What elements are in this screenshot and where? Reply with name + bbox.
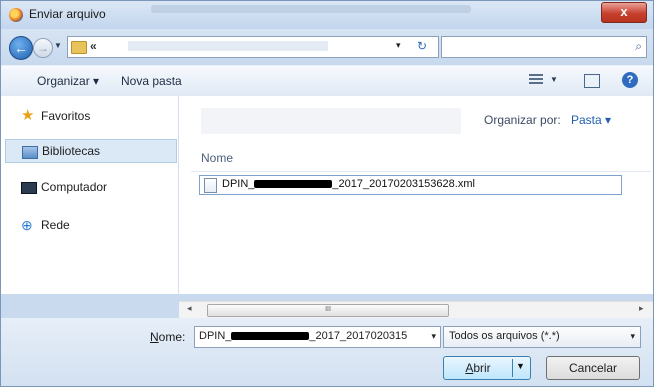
- star-icon: ★: [21, 107, 35, 124]
- cancel-button[interactable]: Cancelar: [546, 356, 640, 380]
- dialog-footer: Nome: DPIN_ _2017_2017020315 ▾ Todos os a…: [1, 318, 653, 386]
- filetype-select[interactable]: Todos os arquivos (*.*) ▾: [443, 326, 641, 348]
- redaction-mark: [254, 180, 333, 189]
- sidebar-item-computador[interactable]: Computador: [5, 176, 175, 198]
- library-icon: [22, 146, 38, 159]
- help-icon[interactable]: ?: [622, 72, 638, 88]
- sidebar-item-label: Computador: [41, 180, 108, 194]
- forward-button[interactable]: →: [33, 38, 53, 58]
- address-row: ← → ▼ « ▾ ↻ ⌕: [1, 29, 653, 65]
- sidebar-item-label: Rede: [41, 218, 70, 232]
- file-name: DPIN_ _2017_20170203153628.xml: [222, 178, 475, 190]
- blurred-title-text: [151, 5, 471, 13]
- navigation-pane: ★ Favoritos Bibliotecas Computador ⊕ Red…: [1, 96, 179, 294]
- filetype-dropdown-icon: ▾: [630, 331, 635, 341]
- split-divider: [512, 359, 513, 377]
- filename-input[interactable]: DPIN_ _2017_2017020315 ▾: [194, 326, 441, 348]
- firefox-icon: [9, 8, 23, 22]
- window-title: Enviar arquivo: [29, 7, 106, 21]
- file-dialog: Enviar arquivo x ← → ▼ « ▾ ↻ ⌕ Organizar…: [0, 0, 654, 387]
- scroll-thumb[interactable]: III: [207, 304, 449, 317]
- folder-icon: [71, 41, 87, 54]
- history-dropdown-icon[interactable]: ▼: [54, 41, 62, 50]
- column-divider: [191, 171, 651, 172]
- views-icon[interactable]: [529, 74, 543, 86]
- open-dropdown-icon[interactable]: ▼: [516, 361, 525, 371]
- views-dropdown-icon[interactable]: ▼: [550, 75, 558, 84]
- scroll-right-icon[interactable]: ▸: [639, 303, 644, 314]
- title-bar: Enviar arquivo x: [1, 1, 653, 29]
- network-icon: ⊕: [21, 217, 33, 233]
- breadcrumb-chevron[interactable]: «: [90, 39, 97, 53]
- preview-pane-icon[interactable]: [584, 74, 600, 88]
- horizontal-scrollbar[interactable]: ◂ III ▸: [179, 301, 653, 318]
- refresh-icon[interactable]: ↻: [410, 39, 434, 53]
- sidebar-item-bibliotecas[interactable]: Bibliotecas: [5, 139, 177, 163]
- sidebar-item-favoritos[interactable]: ★ Favoritos: [5, 105, 175, 127]
- address-bar[interactable]: « ▾ ↻: [67, 36, 439, 58]
- filename-value: DPIN_ _2017_2017020315: [199, 330, 408, 342]
- filename-dropdown-icon[interactable]: ▾: [431, 331, 436, 342]
- arrange-by-label: Organizar por:: [484, 113, 561, 127]
- organize-button[interactable]: Organizar ▾: [37, 74, 99, 88]
- search-input[interactable]: ⌕: [441, 36, 647, 58]
- scroll-left-icon[interactable]: ◂: [187, 303, 192, 314]
- computer-icon: [21, 182, 37, 194]
- close-button[interactable]: x: [601, 2, 647, 23]
- blurred-library-title: [201, 108, 461, 134]
- open-button[interactable]: Abrir ▼: [443, 356, 531, 380]
- address-dropdown-icon[interactable]: ▾: [396, 40, 401, 51]
- name-column-header[interactable]: Nome: [201, 151, 233, 165]
- sidebar-item-label: Favoritos: [41, 109, 91, 123]
- back-button[interactable]: ←: [9, 36, 33, 60]
- sidebar-item-rede[interactable]: ⊕ Rede: [5, 214, 175, 236]
- xml-file-icon: [204, 178, 217, 193]
- sidebar-item-label: Bibliotecas: [42, 144, 101, 158]
- arrange-by-dropdown[interactable]: Pasta ▾: [571, 113, 611, 127]
- filename-label: Nome:: [150, 330, 186, 344]
- command-toolbar: Organizar ▾ Nova pasta ▼ ?: [1, 65, 653, 97]
- file-list-pane: Organizar por: Pasta ▾ Nome DPIN_ _2017_2…: [179, 96, 653, 294]
- filetype-value: Todos os arquivos (*.*): [449, 330, 560, 342]
- blurred-path: [128, 41, 328, 51]
- file-row[interactable]: DPIN_ _2017_20170203153628.xml: [199, 175, 622, 195]
- search-icon[interactable]: ⌕: [635, 39, 642, 54]
- open-button-label: Abrir: [465, 361, 491, 375]
- new-folder-button[interactable]: Nova pasta: [121, 74, 182, 88]
- redaction-mark: [231, 332, 310, 341]
